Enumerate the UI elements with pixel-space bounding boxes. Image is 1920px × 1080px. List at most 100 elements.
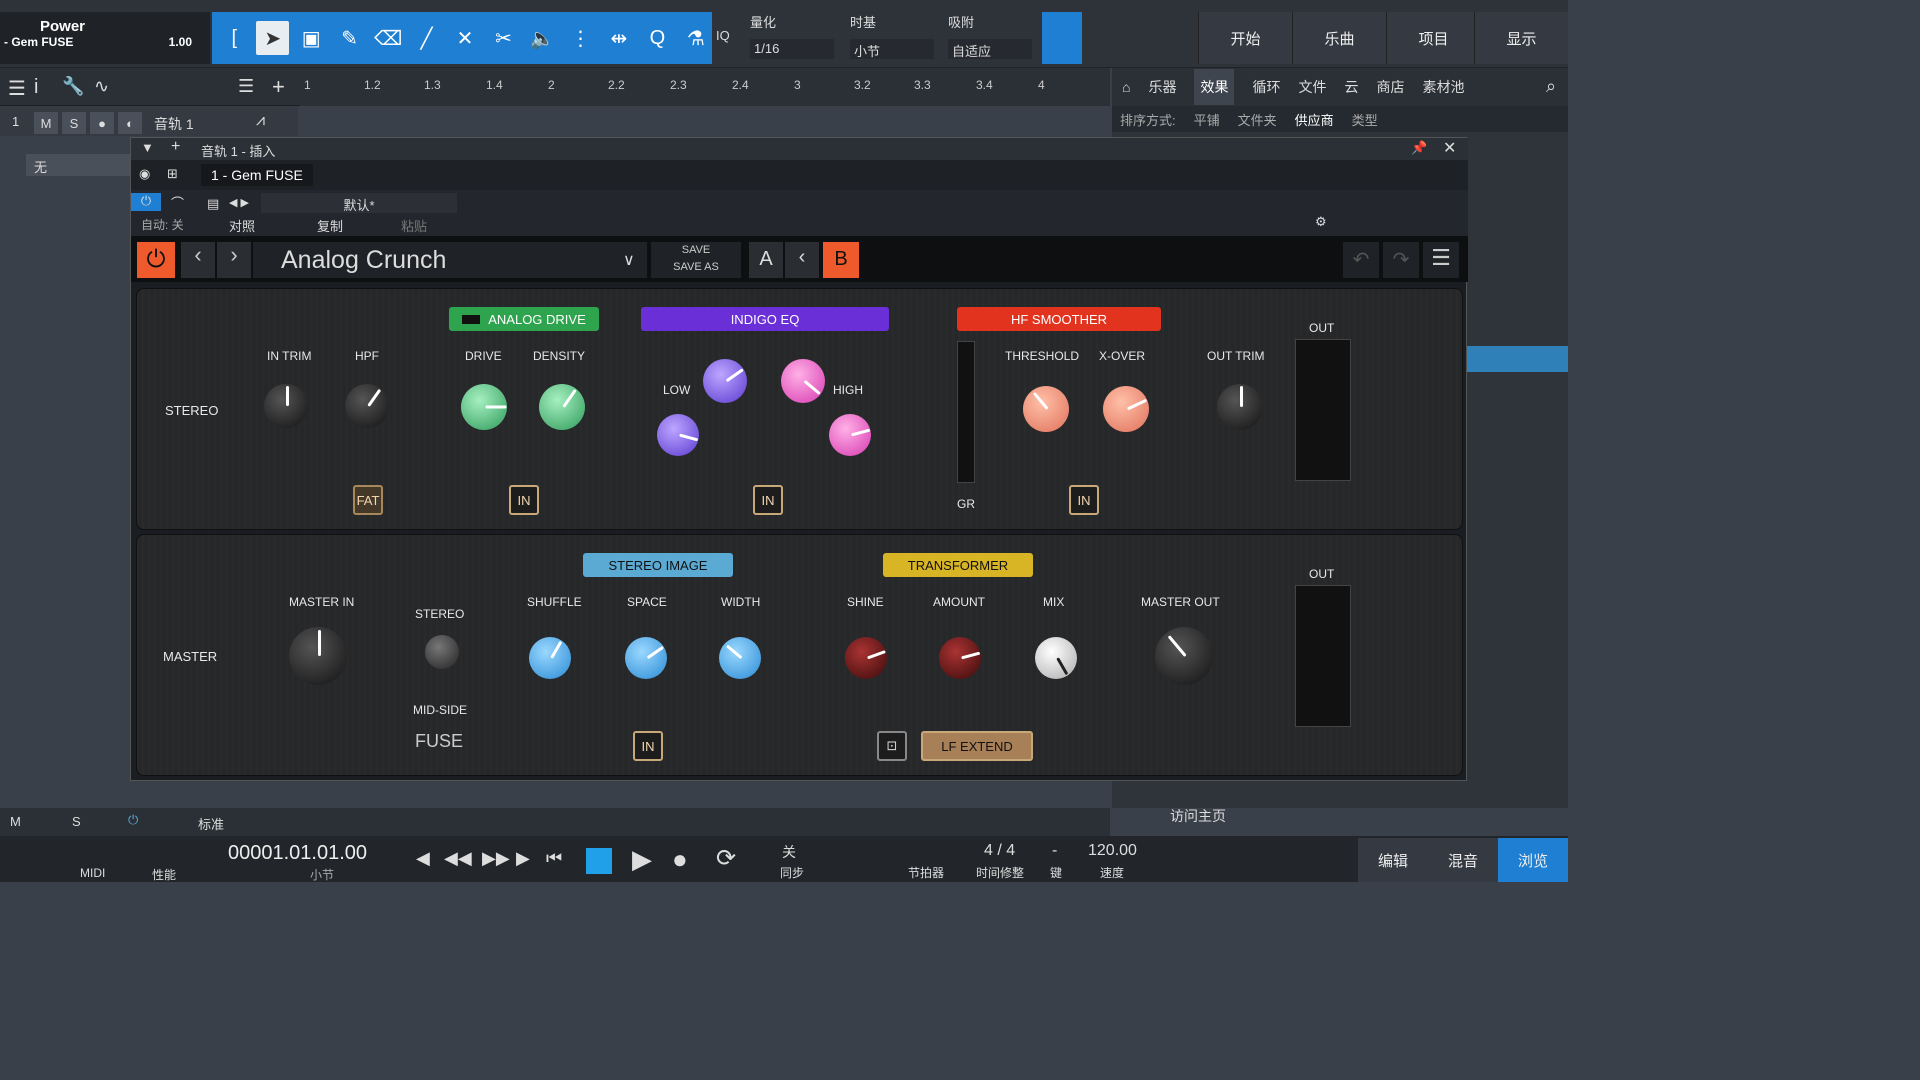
metronome-label[interactable]: 节拍器: [908, 864, 944, 881]
master-in-knob[interactable]: [289, 627, 347, 685]
snap-toggle-button[interactable]: [1042, 12, 1082, 64]
settings-icon[interactable]: ⚙: [1315, 214, 1327, 230]
threshold-knob[interactable]: [1023, 386, 1069, 432]
signature-value[interactable]: 4 / 4: [984, 842, 1015, 860]
quantize-value[interactable]: 1/16: [750, 39, 834, 59]
pin-icon[interactable]: 📌: [1411, 140, 1427, 156]
sort-vendor[interactable]: 供应商: [1295, 110, 1334, 129]
stereo-midside-switch[interactable]: [425, 635, 459, 669]
play-icon[interactable]: ▶: [632, 844, 652, 875]
mix-knob[interactable]: [1035, 637, 1077, 679]
key-value[interactable]: -: [1052, 842, 1057, 860]
automation-icon[interactable]: ∿: [94, 76, 109, 97]
sort-folder[interactable]: 文件夹: [1238, 110, 1277, 129]
preset-prev-icon[interactable]: ◀ ▶: [229, 196, 249, 209]
time-unit[interactable]: 小节: [310, 866, 334, 883]
close-icon[interactable]: ✕: [1443, 138, 1456, 158]
width-knob[interactable]: [719, 637, 761, 679]
nav-browse[interactable]: 浏览: [1498, 838, 1568, 882]
range-tool-icon[interactable]: ▣: [295, 21, 327, 55]
preset-name-field[interactable]: Analog Crunch ∨: [253, 242, 647, 278]
shine-knob[interactable]: [845, 637, 887, 679]
solo-all-button[interactable]: S: [72, 814, 81, 829]
transient-tool-icon[interactable]: ⇹: [603, 21, 635, 55]
lf-extend-button[interactable]: LF EXTEND: [921, 731, 1033, 761]
preset-list-icon[interactable]: ▤: [207, 196, 219, 212]
menu-icon[interactable]: ☰: [8, 76, 26, 101]
tab-loops[interactable]: 循环: [1252, 77, 1280, 97]
nav-start[interactable]: 开始: [1198, 12, 1292, 64]
stereo-image-in-button[interactable]: IN: [633, 731, 663, 761]
monitor-button[interactable]: ◐: [118, 112, 142, 134]
power-icon[interactable]: ⏻: [128, 812, 138, 828]
record-button[interactable]: ●: [90, 112, 114, 134]
shuffle-knob[interactable]: [529, 637, 571, 679]
a-button[interactable]: A: [749, 242, 783, 278]
prev-preset-icon[interactable]: ‹: [181, 242, 215, 278]
arrow-tool-icon[interactable]: ➤: [256, 21, 289, 55]
pencil-tool-icon[interactable]: ✎: [333, 21, 365, 55]
timeline-ruler[interactable]: 1 1.2 1.3 1.4 2 2.2 2.3 2.4 3 3.2 3.3 3.…: [300, 68, 1110, 106]
search-icon[interactable]: ⌕: [1546, 76, 1556, 97]
wrench-icon[interactable]: 🔧: [62, 76, 84, 97]
quantize-q-icon[interactable]: Q: [641, 21, 673, 55]
low-freq-knob[interactable]: [703, 359, 747, 403]
mute-tool-icon[interactable]: ✕: [449, 21, 481, 55]
browser-selected-row[interactable]: [1467, 346, 1568, 372]
device-selector[interactable]: 1 - Gem FUSE: [201, 164, 313, 186]
forward-icon[interactable]: ▶▶: [482, 848, 510, 869]
tab-effects[interactable]: 效果: [1194, 69, 1235, 105]
xover-knob[interactable]: [1103, 386, 1149, 432]
indigo-eq-tag[interactable]: INDIGO EQ: [641, 307, 889, 331]
automation-mode-icon[interactable]: ⌒: [171, 193, 184, 212]
nav-edit[interactable]: 编辑: [1358, 838, 1428, 882]
tab-instruments[interactable]: 乐器: [1148, 77, 1176, 97]
quantize-section[interactable]: 量化 1/16: [750, 12, 834, 64]
auto-label[interactable]: 自动: 关: [141, 216, 184, 233]
track-input[interactable]: 无: [26, 154, 130, 176]
hf-in-button[interactable]: IN: [1069, 485, 1099, 515]
nav-project[interactable]: 项目: [1386, 12, 1480, 64]
redo-icon[interactable]: ↷: [1383, 242, 1419, 278]
timebase-section[interactable]: 时基 小节: [850, 12, 934, 64]
paste-button[interactable]: 粘贴: [401, 216, 427, 235]
copy-ab-icon[interactable]: ‹: [785, 242, 819, 278]
snap-value[interactable]: 自适应: [948, 39, 1032, 59]
amount-knob[interactable]: [939, 637, 981, 679]
listen-tool-icon[interactable]: 🔈: [526, 21, 558, 55]
nav-mix[interactable]: 混音: [1428, 838, 1498, 882]
autoquantize-icon[interactable]: ⚗: [680, 21, 712, 55]
track-header[interactable]: 1 M S ● ◐ 音轨 1 ⩘: [0, 106, 298, 136]
eq-in-button[interactable]: IN: [753, 485, 783, 515]
stereo-image-tag[interactable]: STEREO IMAGE: [583, 553, 733, 577]
song-title-panel[interactable]: Power - Gem FUSE 1.00: [0, 12, 210, 64]
record-icon[interactable]: ●: [672, 844, 688, 875]
low-eq-knob[interactable]: [657, 414, 699, 456]
high-freq-knob[interactable]: [781, 359, 825, 403]
preset-default[interactable]: 默认*: [261, 193, 457, 213]
waveform-icon[interactable]: ⩘: [256, 112, 265, 130]
compare-button[interactable]: 对照: [229, 216, 255, 235]
transformer-mode-button[interactable]: ⊡: [877, 731, 907, 761]
zoom-value[interactable]: 1.00: [169, 35, 192, 49]
plugin-power-icon[interactable]: ⏻: [137, 242, 175, 278]
hamburger-menu-icon[interactable]: ☰: [1423, 242, 1459, 278]
save-as-button[interactable]: SAVE AS: [651, 259, 741, 276]
master-out-knob[interactable]: [1155, 627, 1213, 685]
snap-section[interactable]: 吸附 自适应: [948, 12, 1032, 64]
undo-icon[interactable]: ↶: [1343, 242, 1379, 278]
bracket-icon[interactable]: [: [218, 21, 250, 55]
eraser-tool-icon[interactable]: ⌫: [372, 21, 404, 55]
hpf-knob[interactable]: [345, 384, 389, 428]
split-tool-icon[interactable]: ✂: [487, 21, 519, 55]
standard-select[interactable]: 标准: [198, 814, 224, 833]
copy-button[interactable]: 复制: [317, 216, 343, 235]
high-eq-knob[interactable]: [829, 414, 871, 456]
tab-files[interactable]: 文件: [1298, 77, 1326, 97]
save-button[interactable]: SAVE: [651, 242, 741, 259]
tab-cloud[interactable]: 云: [1344, 77, 1358, 97]
analog-drive-tag[interactable]: ANALOG DRIVE: [449, 307, 599, 331]
home-icon[interactable]: ⌂: [1122, 79, 1130, 95]
tempo-value[interactable]: 120.00: [1088, 842, 1137, 860]
collapse-icon[interactable]: ▼: [141, 140, 154, 155]
